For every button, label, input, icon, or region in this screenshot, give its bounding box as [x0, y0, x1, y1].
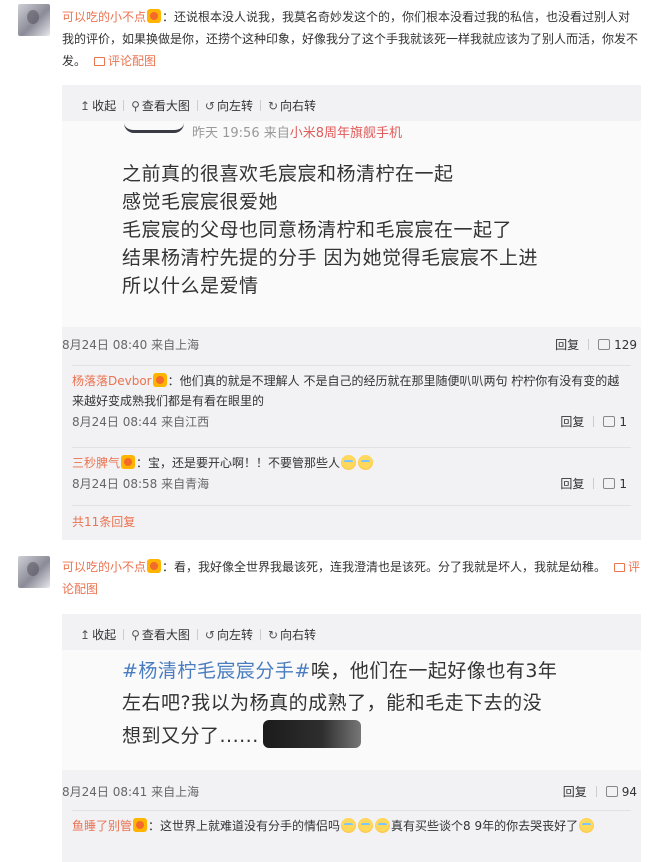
- crying-emoji-icon: [375, 818, 391, 833]
- sub-reply-body: 鱼睡了别管 ：这世界上就难道没有分手的情侣吗 真有买些谈个8 9年的你去哭丧好了: [62, 816, 641, 836]
- sub-reply-body: 三秒脾气 ：宝，还是要开心啊！！不要管那些人: [62, 453, 641, 473]
- collapse-arrow-icon: ↥: [80, 628, 91, 642]
- comment-body: 可以吃的小不点 ：看，我好像全世界我最该死，连我澄清也是该死。分了我就是坏人，我就…: [62, 556, 642, 600]
- crying-emoji-icon: [358, 455, 374, 470]
- like-button[interactable]: 1: [603, 415, 627, 429]
- image-text-line: 感觉毛宸宸很爱她: [122, 191, 279, 213]
- redaction-mark: [262, 720, 361, 748]
- rotate-left-button[interactable]: ↺ 向左转: [205, 96, 253, 116]
- sub-reply-author[interactable]: 杨落落Devbor: [72, 374, 152, 388]
- sub-reply-time: 8月24日 08:58 来自青海: [72, 477, 210, 491]
- sub-reply-text: ：宝，还是要开心啊！！不要管那些人: [136, 456, 341, 470]
- vip-badge-icon: [152, 373, 167, 387]
- view-large-button[interactable]: ⚲ 查看大图: [131, 625, 190, 645]
- collapse-arrow-icon: ↥: [80, 99, 91, 113]
- like-count: 129: [614, 338, 637, 352]
- crying-emoji-icon: [341, 455, 357, 470]
- reply-button[interactable]: 回复: [563, 785, 587, 799]
- comment-text: ：看，我好像全世界我最该死，连我澄清也是该死。分了我就是坏人，我就是幼稚。: [162, 560, 607, 574]
- comment-image[interactable]: 昨天 19:56 来自小米8周年旗舰手机 之前真的很喜欢毛宸宸和杨清柠在一起 感…: [62, 121, 641, 327]
- thumb-up-icon: [605, 786, 618, 797]
- comment-meta: 8月24日 08:41 来自上海 回复 94: [62, 780, 641, 804]
- view-large-button[interactable]: ⚲ 查看大图: [131, 96, 190, 116]
- comment-1: 可以吃的小不点 ：还说根本没人说我，我莫名奇妙发这个的，你们根本没看过我的私信，也…: [0, 0, 653, 540]
- picture-icon: [614, 563, 626, 572]
- like-button[interactable]: 129: [598, 338, 637, 352]
- comment-body: 可以吃的小不点 ：还说根本没人说我，我莫名奇妙发这个的，你们根本没看过我的私信，也…: [62, 6, 642, 72]
- picture-icon: [94, 57, 106, 66]
- image-text-line: 毛宸宸的父母也同意杨清柠和毛宸宸在一起了: [122, 219, 513, 241]
- rotate-right-icon: ↻: [267, 99, 279, 113]
- sub-reply: 三秒脾气 ：宝，还是要开心啊！！不要管那些人 8月24日 08:58 来自青海 回复…: [62, 453, 641, 495]
- sub-reply-body: 杨落落Devbor ：他们真的就是不理解人 不是自己的经历就在那里随便叭叭两句 柠…: [62, 371, 641, 411]
- thumb-up-icon: [603, 478, 616, 489]
- rotate-left-button[interactable]: ↺ 向左转: [205, 625, 253, 645]
- magnifier-icon: ⚲: [131, 99, 140, 113]
- image-post-meta: 昨天 19:56 来自小米8周年旗舰手机: [192, 126, 403, 141]
- image-text-line: #杨清柠毛宸宸分手#唉，他们在一起好像也有3年: [122, 660, 558, 682]
- avatar[interactable]: [18, 4, 50, 36]
- avatar[interactable]: [18, 556, 50, 588]
- comment-author[interactable]: 可以吃的小不点: [62, 560, 146, 574]
- image-toolbar: ↥ 收起 ⚲ 查看大图 ↺ 向左转 ↻ 向右转: [80, 625, 316, 645]
- comment-image[interactable]: #杨清柠毛宸宸分手#唉，他们在一起好像也有3年 左右吧?我以为杨真的成熟了，能和…: [62, 650, 641, 770]
- crying-emoji-icon: [579, 818, 595, 833]
- magnifier-icon: ⚲: [131, 628, 140, 642]
- comment-picture-link[interactable]: 评论配图: [94, 54, 156, 68]
- rotate-right-icon: ↻: [267, 628, 279, 642]
- sub-reply-text: ：这世界上就难道没有分手的情侣吗: [148, 819, 341, 833]
- like-button[interactable]: 1: [603, 477, 627, 491]
- rotate-right-button[interactable]: ↻ 向右转: [268, 625, 316, 645]
- vip-badge-icon: [121, 455, 136, 469]
- image-toolbar: ↥ 收起 ⚲ 查看大图 ↺ 向左转 ↻ 向右转: [80, 96, 316, 116]
- sub-reply-meta: 8月24日 08:58 来自青海 回复 1: [62, 473, 641, 495]
- image-hashtag: #杨清柠毛宸宸分手#: [122, 660, 311, 682]
- vip-badge-icon: [133, 818, 148, 832]
- sub-reply: 鱼睡了别管 ：这世界上就难道没有分手的情侣吗 真有买些谈个8 9年的你去哭丧好了: [62, 816, 641, 836]
- image-text-line: 结果杨清柠先提的分手 因为她觉得毛宸宸不上进: [122, 247, 539, 269]
- image-text-line: 左右吧?我以为杨真的成熟了，能和毛走下去的没: [122, 692, 543, 714]
- rotate-right-button[interactable]: ↻ 向右转: [268, 96, 316, 116]
- sub-reply-author[interactable]: 三秒脾气: [72, 456, 120, 470]
- sub-reply-text: 真有买些谈个8 9年的你去哭丧好了: [391, 819, 579, 833]
- comment-actions: 回复 94: [563, 780, 637, 804]
- reply-button[interactable]: 回复: [555, 338, 579, 352]
- image-text-line: 所以什么是爱情: [122, 275, 259, 297]
- comment-2: 可以吃的小不点 ：看，我好像全世界我最该死，连我澄清也是该死。分了我就是坏人，我就…: [0, 550, 653, 862]
- collapse-button[interactable]: ↥ 收起: [80, 625, 116, 645]
- like-button[interactable]: 94: [605, 785, 637, 799]
- reply-button[interactable]: 回复: [560, 415, 584, 429]
- image-text-line: 之前真的很喜欢毛宸宸和杨清柠在一起: [122, 163, 454, 185]
- comment-actions: 回复 129: [555, 333, 637, 357]
- like-count: 94: [621, 785, 637, 799]
- thumb-up-icon: [603, 416, 616, 427]
- comment-time: 8月24日 08:40 来自上海: [62, 338, 200, 352]
- sub-reply-meta: 8月24日 08:44 来自江西 回复 1: [62, 411, 641, 433]
- like-count: 1: [619, 415, 627, 429]
- sub-reply: 杨落落Devbor ：他们真的就是不理解人 不是自己的经历就在那里随便叭叭两句 柠…: [62, 371, 641, 433]
- comment-time: 8月24日 08:41 来自上海: [62, 785, 200, 799]
- comment-meta: 8月24日 08:40 来自上海 回复 129: [62, 333, 641, 357]
- expanded-comment-panel: ↥ 收起 ⚲ 查看大图 ↺ 向左转 ↻ 向右转 昨天 19:56 来自小米8周年旗舰手机 之前…: [62, 85, 641, 540]
- rotate-left-icon: ↺: [204, 628, 215, 642]
- crying-emoji-icon: [358, 818, 374, 833]
- vip-badge-icon: [147, 9, 162, 23]
- reply-button[interactable]: 回复: [560, 477, 584, 491]
- thumb-up-icon: [598, 339, 611, 350]
- rotate-left-icon: ↺: [204, 99, 215, 113]
- sub-reply-author[interactable]: 鱼睡了别管: [72, 819, 132, 833]
- image-text-line: 想到又分了......: [122, 720, 361, 748]
- more-replies-link[interactable]: 共11条回复: [72, 513, 135, 530]
- sub-reply-time: 8月24日 08:44 来自江西: [72, 415, 210, 429]
- like-count: 1: [619, 477, 627, 491]
- collapse-button[interactable]: ↥ 收起: [80, 96, 116, 116]
- comment-author[interactable]: 可以吃的小不点: [62, 10, 146, 24]
- expanded-comment-panel: ↥ 收起 ⚲ 查看大图 ↺ 向左转 ↻ 向右转 #杨清柠毛宸宸分手#唉，他们在一起好像也有3年…: [62, 614, 641, 862]
- crying-emoji-icon: [341, 818, 357, 833]
- vip-badge-icon: [147, 559, 162, 573]
- image-avatar-fragment: [124, 123, 184, 133]
